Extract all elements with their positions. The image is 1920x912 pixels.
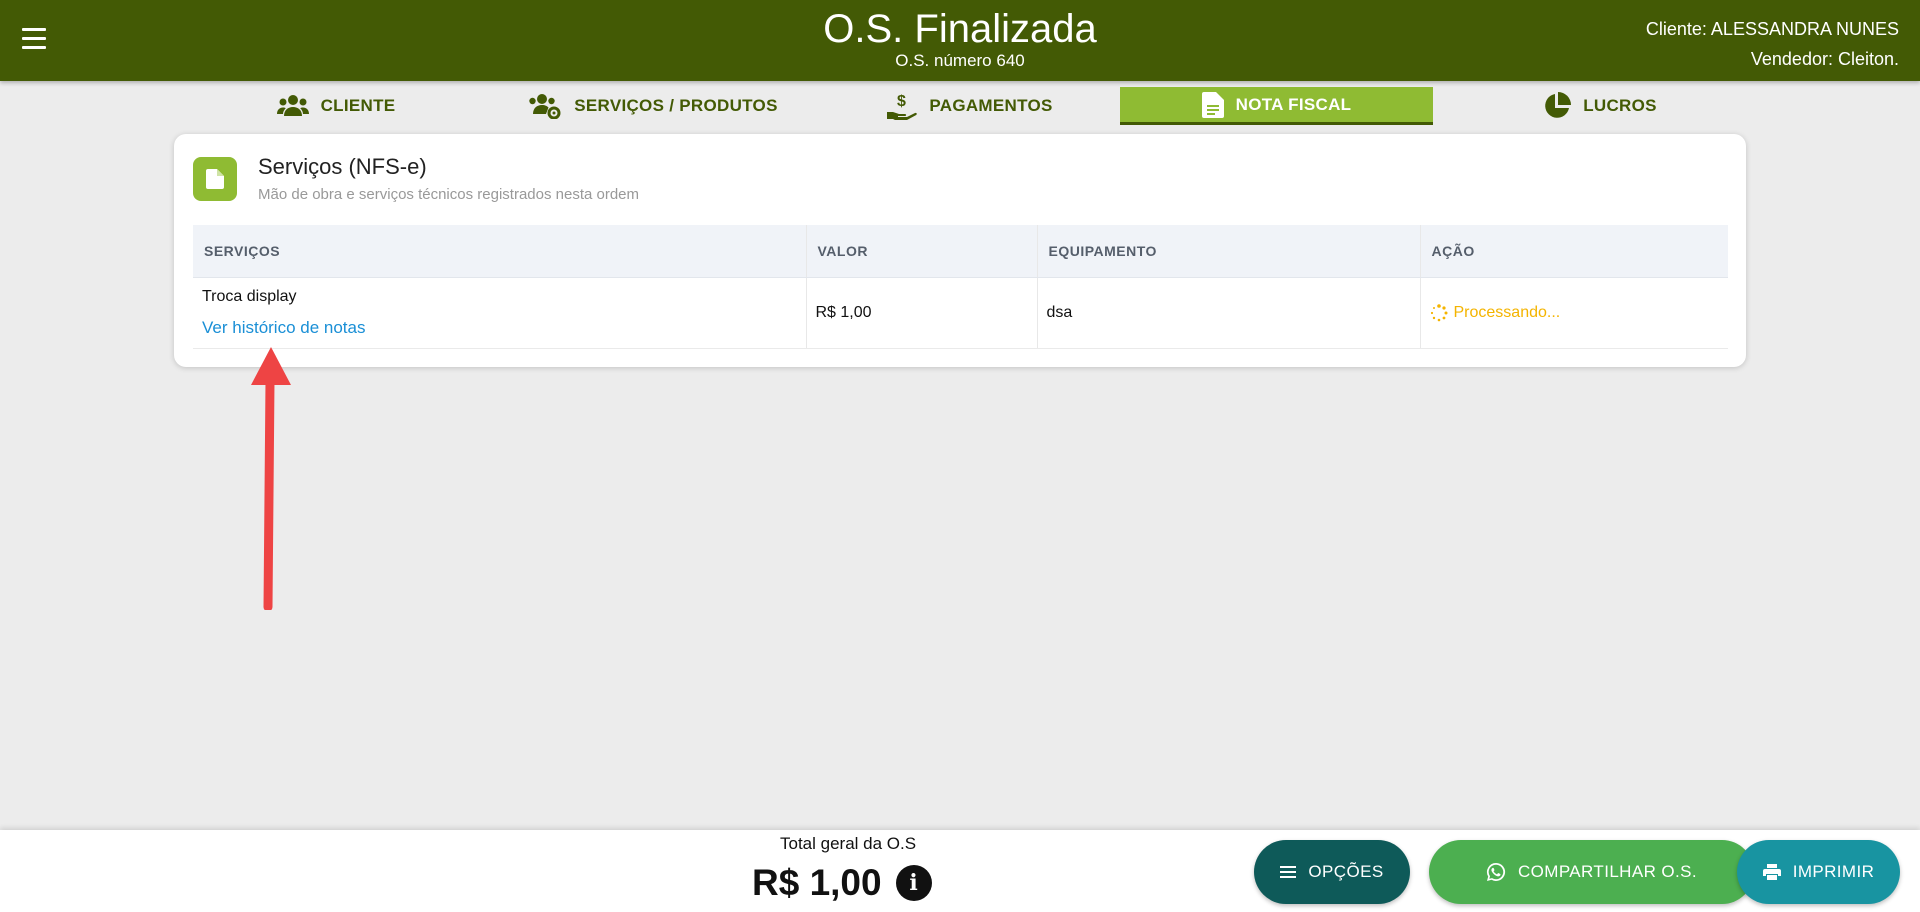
menu-icon bbox=[1280, 866, 1297, 878]
seller-name: Vendedor: Cleiton. bbox=[1750, 49, 1899, 69]
column-header-servicos: SERVIÇOS bbox=[193, 225, 806, 278]
action-cell: Processando... bbox=[1419, 277, 1728, 349]
table-row: Troca display Ver histórico de notas R$ … bbox=[193, 277, 1728, 349]
client-info: Cliente: ALESSANDRA NUNES Vendedor: Clei… bbox=[1646, 14, 1899, 74]
nfse-services-card: Serviços (NFS-e) Mão de obra e serviços … bbox=[174, 134, 1746, 367]
users-icon bbox=[276, 95, 309, 116]
card-subtitle: Mão de obra e serviços técnicos registra… bbox=[258, 186, 640, 203]
client-name: Cliente: ALESSANDRA NUNES bbox=[1645, 19, 1899, 39]
printer-icon bbox=[1762, 864, 1781, 880]
users-gear-icon bbox=[529, 94, 561, 119]
page-title: O.S. Finalizada bbox=[823, 7, 1097, 51]
tab-label: LUCROS bbox=[1583, 96, 1657, 115]
options-label: OPÇÕES bbox=[1308, 862, 1384, 881]
red-arrow-icon bbox=[251, 347, 291, 610]
tab-label: PAGAMENTOS bbox=[929, 96, 1053, 115]
order-number: O.S. número 640 bbox=[895, 51, 1025, 70]
tab-bar: CLIENTE SERVIÇOS / PRODUTOS $ PAGAMENTOS… bbox=[0, 87, 1920, 125]
document-icon bbox=[193, 157, 237, 201]
share-label: COMPARTILHAR O.S. bbox=[1517, 862, 1698, 881]
title-block: O.S. Finalizada O.S. número 640 bbox=[0, 6, 1920, 70]
total-value-block: R$ 1,00 i bbox=[752, 862, 932, 904]
tab-servicos-produtos[interactable]: SERVIÇOS / PRODUTOS bbox=[526, 87, 780, 125]
file-invoice-icon bbox=[1201, 91, 1224, 118]
footer-bar: Total geral da O.S R$ 1,00 i OPÇÕES COMP… bbox=[0, 830, 1920, 912]
tab-nota-fiscal[interactable]: NOTA FISCAL bbox=[1120, 87, 1433, 125]
card-title: Serviços (NFS-e) bbox=[258, 154, 427, 179]
top-header: O.S. Finalizada O.S. número 640 Cliente:… bbox=[0, 0, 1920, 81]
services-table: SERVIÇOS VALOR EQUIPAMENTO AÇÃO Troca di… bbox=[193, 225, 1728, 349]
svg-text:$: $ bbox=[897, 93, 906, 110]
tab-label: CLIENTE bbox=[320, 96, 396, 115]
table-header-row: SERVIÇOS VALOR EQUIPAMENTO AÇÃO bbox=[193, 225, 1728, 278]
view-history-link[interactable]: Ver histórico de notas bbox=[202, 318, 365, 337]
equipment-cell: dsa bbox=[1036, 277, 1420, 349]
tab-cliente[interactable]: CLIENTE bbox=[274, 87, 398, 125]
info-icon[interactable]: i bbox=[895, 865, 932, 901]
processing-status: Processando... bbox=[1430, 304, 1720, 322]
total-label: Total geral da O.S bbox=[780, 834, 917, 853]
column-header-valor: VALOR bbox=[805, 225, 1037, 278]
service-name: Troca display bbox=[202, 287, 297, 305]
share-os-button[interactable]: COMPARTILHAR O.S. bbox=[1429, 840, 1754, 904]
tab-pagamentos[interactable]: $ PAGAMENTOS bbox=[884, 87, 1056, 125]
tab-label: NOTA FISCAL bbox=[1235, 94, 1352, 114]
pie-chart-icon bbox=[1545, 92, 1572, 118]
column-header-acao: AÇÃO bbox=[1419, 225, 1728, 278]
tab-lucros[interactable]: LUCROS bbox=[1530, 87, 1670, 125]
options-button[interactable]: OPÇÕES bbox=[1254, 840, 1410, 904]
tab-label: SERVIÇOS / PRODUTOS bbox=[574, 96, 778, 115]
hand-dollar-icon: $ bbox=[887, 93, 918, 120]
column-header-equipamento: EQUIPAMENTO bbox=[1036, 225, 1420, 278]
value-cell: R$ 1,00 bbox=[805, 277, 1037, 349]
whatsapp-icon bbox=[1486, 862, 1506, 881]
print-button[interactable]: IMPRIMIR bbox=[1737, 840, 1900, 904]
total-value: R$ 1,00 bbox=[752, 862, 882, 903]
status-text: Processando... bbox=[1453, 303, 1561, 321]
print-label: IMPRIMIR bbox=[1792, 862, 1875, 881]
spinner-icon bbox=[1430, 303, 1447, 321]
service-cell: Troca display Ver histórico de notas bbox=[193, 277, 806, 349]
